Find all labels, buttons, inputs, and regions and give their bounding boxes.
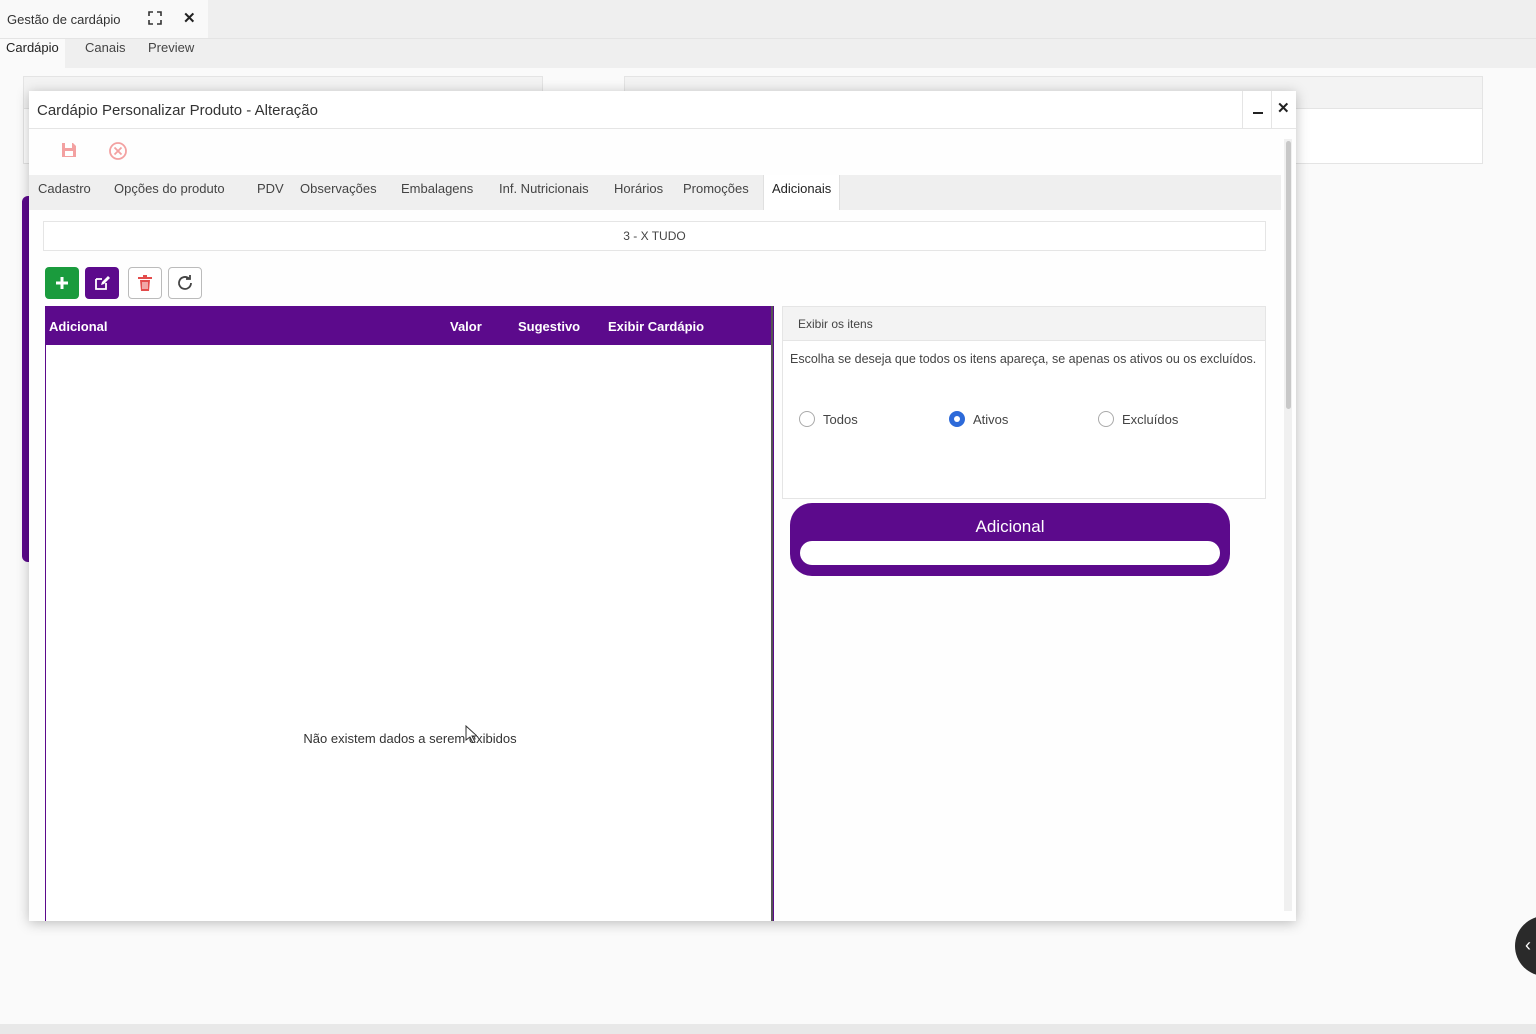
tab-observacoes[interactable]: Observações bbox=[292, 175, 385, 210]
adicional-card-field[interactable] bbox=[800, 541, 1220, 565]
column-exibir-cardapio[interactable]: Exibir Cardápio bbox=[608, 319, 704, 334]
adicional-card: Adicional bbox=[790, 503, 1230, 576]
tab-opcoes-produto[interactable]: Opções do produto bbox=[106, 175, 233, 210]
subnav-item-cardapio[interactable]: Cardápio bbox=[0, 39, 65, 69]
sub-navigation: Cardápio Canais Preview bbox=[0, 38, 1536, 69]
subnav-item-preview[interactable]: Preview bbox=[142, 39, 200, 69]
grid-header: Adicional Valor Sugestivo Exibir Cardápi… bbox=[46, 306, 774, 345]
scrollbar-thumb[interactable] bbox=[1286, 141, 1291, 409]
cancel-icon[interactable] bbox=[108, 141, 128, 161]
tab-promocoes[interactable]: Promoções bbox=[675, 175, 757, 210]
modal-title: Cardápio Personalizar Produto - Alteraçã… bbox=[37, 102, 318, 119]
app-tab-title: Gestão de cardápio bbox=[7, 11, 121, 27]
modal-dialog: Cardápio Personalizar Produto - Alteraçã… bbox=[29, 91, 1296, 921]
tab-embalagens[interactable]: Embalagens bbox=[393, 175, 481, 210]
subnav-item-canais[interactable]: Canais bbox=[79, 39, 131, 69]
filter-description: Escolha se deseja que todos os itens apa… bbox=[790, 352, 1257, 366]
radio-label: Ativos bbox=[973, 411, 1009, 427]
adicionais-grid: Adicional Valor Sugestivo Exibir Cardápi… bbox=[45, 306, 774, 921]
adicional-card-label: Adicional bbox=[975, 517, 1045, 536]
radio-circle-selected[interactable] bbox=[949, 411, 965, 427]
grid-divider bbox=[771, 306, 773, 921]
radio-circle[interactable] bbox=[799, 411, 815, 427]
filter-title: Exibir os itens bbox=[783, 307, 1265, 341]
minimize-icon[interactable] bbox=[1242, 91, 1272, 129]
radio-label: Todos bbox=[823, 411, 858, 427]
refresh-icon bbox=[178, 275, 192, 290]
mouse-cursor-icon bbox=[465, 724, 479, 744]
filter-panel: Exibir os itens Escolha se deseja que to… bbox=[782, 306, 1266, 499]
edit-button[interactable] bbox=[85, 267, 119, 299]
modal-tabs: Cadastro Opções do produto PDV Observaçõ… bbox=[29, 175, 1281, 210]
tab-inf-nutricionais[interactable]: Inf. Nutricionais bbox=[491, 175, 597, 210]
bottom-strip bbox=[0, 1024, 1536, 1034]
app-tab-bar: Gestão de cardápio ✕ bbox=[0, 0, 1536, 38]
tab-cadastro[interactable]: Cadastro bbox=[30, 175, 99, 210]
column-valor[interactable]: Valor bbox=[450, 319, 482, 334]
product-name: 3 - X TUDO bbox=[43, 221, 1266, 251]
tab-adicionais[interactable]: Adicionais bbox=[763, 175, 841, 210]
edit-icon bbox=[95, 276, 110, 290]
side-panel-toggle[interactable]: ‹ bbox=[1515, 916, 1536, 976]
modal-titlebar: Cardápio Personalizar Produto - Alteraçã… bbox=[29, 91, 1296, 129]
tab-pdv[interactable]: PDV bbox=[249, 175, 292, 210]
close-icon[interactable]: ✕ bbox=[183, 9, 196, 27]
chevron-left-icon: ‹ bbox=[1525, 935, 1531, 955]
add-button[interactable] bbox=[45, 267, 79, 299]
radio-excluidos[interactable]: Excluídos bbox=[1098, 411, 1178, 427]
refresh-button[interactable] bbox=[168, 267, 202, 299]
delete-button[interactable] bbox=[128, 267, 162, 299]
tab-horarios[interactable]: Horários bbox=[606, 175, 671, 210]
modal-close-icon[interactable]: ✕ bbox=[1277, 99, 1290, 117]
column-sugestivo[interactable]: Sugestivo bbox=[518, 319, 580, 334]
trash-icon bbox=[138, 275, 152, 291]
app-tab[interactable]: Gestão de cardápio ✕ bbox=[0, 0, 208, 38]
save-icon[interactable] bbox=[60, 141, 78, 159]
radio-label: Excluídos bbox=[1122, 411, 1179, 427]
radio-ativos[interactable]: Ativos bbox=[949, 411, 1008, 427]
radio-todos[interactable]: Todos bbox=[799, 411, 858, 427]
expand-icon[interactable] bbox=[148, 11, 162, 25]
grid-empty-message: Não existem dados a serem exibidos bbox=[303, 731, 517, 746]
column-adicional[interactable]: Adicional bbox=[49, 319, 108, 334]
add-icon bbox=[56, 277, 68, 289]
radio-circle[interactable] bbox=[1098, 411, 1114, 427]
